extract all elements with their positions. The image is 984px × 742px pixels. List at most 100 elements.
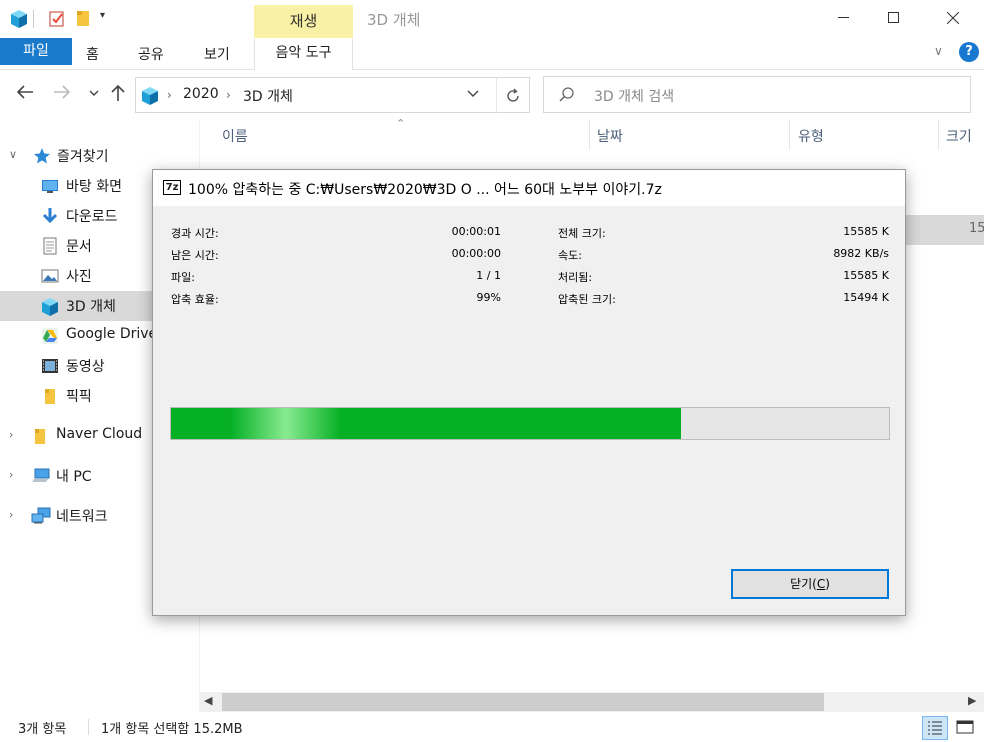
3d-objects-icon [41,297,59,316]
document-icon [41,237,59,255]
address-bar[interactable]: › 2020 › 3D 개체 [135,77,530,113]
folder-icon [31,427,49,445]
videos-icon [41,357,59,375]
column-divider[interactable] [938,120,939,150]
speed-value: 8982 KB/s [833,247,889,260]
file-size: 15 [969,221,984,236]
search-box[interactable]: 3D 개체 검색 [543,76,971,113]
back-button[interactable] [16,84,34,105]
title-bar: ▾ 재생 3D 개체 [0,0,984,38]
sort-ascending-icon: ⌃ [396,117,406,130]
column-header-type[interactable]: 유형 [798,126,824,146]
maximize-icon [887,12,899,23]
desktop-icon [41,177,59,195]
compressed-size-label: 압축된 크기: [558,293,616,306]
compressed-size-value: 15494 K [843,291,889,304]
column-header-date[interactable]: 날짜 [597,126,623,146]
maximize-button[interactable] [870,0,916,38]
sidebar-item-label: Naver Cloud [56,426,143,442]
status-bar: 3개 항목 1개 항목 선택함 15.2MB [0,712,984,742]
large-icons-view-icon [956,720,974,734]
column-divider[interactable] [589,120,590,150]
files-label: 파일: [171,271,195,284]
breadcrumb-2020[interactable]: 2020 [183,86,219,102]
files-value: 1 / 1 [476,269,501,282]
7zip-icon: 7z [163,180,181,195]
close-button-label-end: ) [825,577,830,591]
remaining-time-value: 00:00:00 [451,247,501,260]
ribbon: 파일 홈 공유 보기 음악 도구 ∨ ? [0,38,984,70]
3d-objects-icon[interactable] [10,9,28,29]
expand-ribbon-icon[interactable]: ∨ [934,44,943,58]
horizontal-scrollbar[interactable]: ◀ ▶ [200,692,984,712]
sidebar-item-quick-access[interactable]: ∨ 즐겨찾기 [0,141,199,171]
processed-value: 15585 K [843,269,889,282]
arrow-up-icon [111,84,125,101]
tab-file[interactable]: 파일 [0,38,72,65]
sidebar-item-label: 바탕 화면 [66,179,122,195]
address-row: › 2020 › 3D 개체 3D 개체 검색 [0,70,984,120]
close-button[interactable]: 닫기(C) [731,569,889,599]
breadcrumb-3d-objects[interactable]: 3D 개체 [243,86,293,106]
breadcrumb-separator-icon[interactable]: › [167,88,172,102]
scroll-right-icon[interactable]: ▶ [968,694,976,707]
progress-bar [170,407,890,440]
download-icon [41,207,59,225]
sidebar-item-label: 동영상 [66,359,105,375]
up-button[interactable] [110,84,126,107]
close-icon [946,11,960,24]
close-button-accesskey: C [816,577,826,591]
sidebar-item-label: Google Drive [66,326,158,342]
network-icon [31,507,51,525]
forward-button[interactable] [53,84,71,105]
pictures-icon [41,267,59,285]
minimize-button[interactable] [820,0,866,38]
divider [88,719,89,735]
sidebar-item-label: 사진 [66,269,92,285]
details-view-icon [928,721,942,735]
3d-objects-icon [140,86,160,110]
customize-toolbar-dropdown[interactable]: ▾ [100,10,105,30]
scrollbar-thumb[interactable] [222,693,824,711]
column-header-name[interactable]: 이름 [222,126,248,146]
google-drive-icon [41,327,59,345]
new-folder-icon[interactable] [76,9,90,29]
star-icon [33,147,51,165]
refresh-button[interactable] [496,77,530,113]
sidebar-item-label: 즐겨찾기 [57,149,109,165]
expand-icon[interactable]: › [9,468,13,481]
breadcrumb-separator-icon[interactable]: › [226,88,231,102]
speed-label: 속도: [558,249,582,262]
contextual-tab-play[interactable]: 재생 [254,5,353,38]
close-window-button[interactable] [930,0,976,38]
processed-label: 처리됨: [558,271,593,284]
item-count: 3개 항목 [18,722,67,737]
column-divider[interactable] [789,120,790,150]
refresh-icon [507,88,519,102]
tab-music-tools[interactable]: 음악 도구 [254,38,353,70]
tab-share[interactable]: 공유 [138,44,164,64]
total-size-label: 전체 크기: [558,227,606,240]
expand-icon[interactable]: › [9,428,13,441]
help-icon[interactable]: ? [959,42,979,62]
large-icons-view-button[interactable] [954,716,976,738]
tab-view[interactable]: 보기 [204,44,230,64]
compression-ratio-value: 99% [476,291,501,304]
compression-progress-dialog: 7z 100% 압축하는 중 C:₩Users₩2020₩3D O ... 어느… [152,169,906,616]
recent-locations-button[interactable] [89,87,99,100]
tab-home[interactable]: 홈 [86,44,99,64]
column-header-size[interactable]: 크기 [946,126,972,146]
properties-icon[interactable] [49,9,65,29]
sidebar-item-label: 3D 개체 [66,299,116,315]
close-button-label: 닫기( [790,577,817,591]
expand-icon[interactable]: › [9,508,13,521]
dialog-title: 100% 압축하는 중 C:₩Users₩2020₩3D O ... 어느 60… [188,182,662,198]
elapsed-time-label: 경과 시간: [171,227,219,240]
sidebar-item-label: 다운로드 [66,209,118,225]
scroll-left-icon[interactable]: ◀ [204,694,212,707]
collapse-icon[interactable]: ∨ [9,148,17,161]
window-title: 3D 개체 [367,11,421,29]
address-history-dropdown[interactable] [467,87,479,101]
details-view-button[interactable] [922,716,948,740]
total-size-value: 15585 K [843,225,889,238]
